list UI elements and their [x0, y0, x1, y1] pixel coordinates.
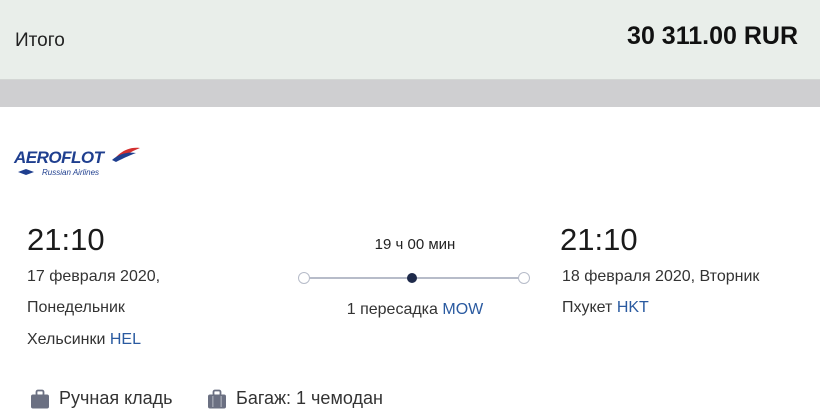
total-label: Итого [15, 30, 65, 51]
arrival-city: Пхукет [562, 299, 613, 316]
transfer-info: 1 пересадка MOW [300, 301, 530, 319]
arrival-code: HKT [616, 299, 649, 316]
departure-date: 17 февраля 2020, [27, 268, 161, 285]
route-end-dot [518, 272, 530, 284]
route-start-dot [298, 272, 310, 284]
logo-emblem [18, 169, 34, 175]
route-line [298, 272, 530, 284]
departure-city: Хельсинки [27, 331, 106, 348]
hand-luggage-icon [31, 389, 49, 408]
flight-duration: 19 ч 00 мин [374, 236, 456, 253]
carry-on-label: Ручная кладь [59, 388, 173, 408]
route-stop-dot [407, 273, 417, 283]
checked-baggage-label: Багаж: 1 чемодан [236, 388, 383, 408]
departure-time: 21:10 [27, 222, 105, 257]
arrival-date: 18 февраля 2020, Вторник [562, 268, 760, 285]
transfer-code: MOW [442, 301, 484, 318]
transfer-text: 1 пересадка [346, 301, 438, 318]
airline-logo-sub: Russian Airlines [42, 168, 99, 177]
arrival-time: 21:10 [560, 222, 638, 257]
departure-city-line: Хельсинки HEL [27, 331, 141, 349]
suitcase-icon [208, 389, 226, 408]
airline-logo-name: AEROFLOT [13, 148, 106, 167]
arrival-city-line: Пхукет HKT [562, 299, 649, 317]
section-divider [0, 80, 820, 107]
total-amount: 30 311.00 RUR [627, 22, 798, 50]
total-bar: Итого 30 311.00 RUR [0, 0, 820, 80]
checked-baggage: Багаж: 1 чемодан [207, 388, 383, 409]
logo-wing-blue [112, 152, 136, 162]
aeroflot-logo: AEROFLOT Russian Airlines [13, 147, 140, 177]
carry-on-baggage: Ручная кладь [30, 388, 173, 409]
departure-weekday: Понедельник [27, 299, 125, 316]
departure-code: HEL [109, 331, 141, 348]
